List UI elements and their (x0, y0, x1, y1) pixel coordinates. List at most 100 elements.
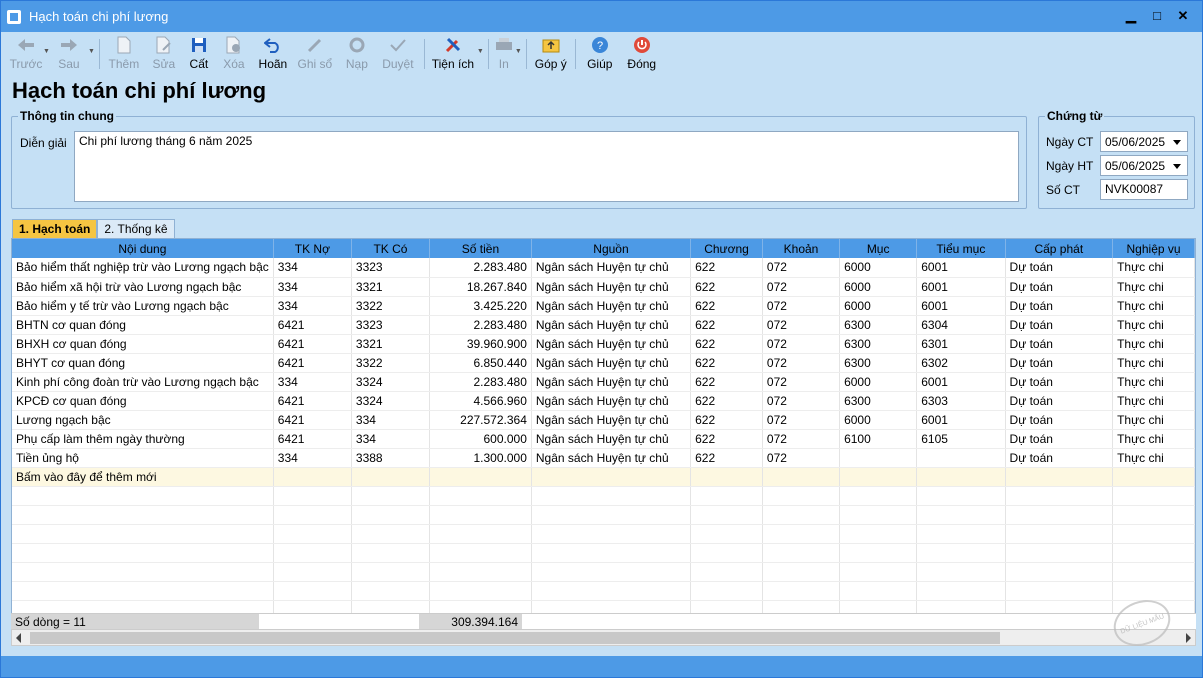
table-row[interactable]: Bảo hiểm xã hội trừ vào Lương ngạch bậc 3… (12, 277, 1195, 297)
table-cell[interactable]: Thực chi (1112, 258, 1195, 278)
table-cell[interactable]: 6000 (839, 258, 918, 278)
table-cell[interactable]: 227.572.364 (429, 410, 532, 430)
table-cell[interactable]: 3388 (351, 448, 431, 468)
table-cell[interactable]: Kinh phí công đoàn trừ vào Lương ngạch b… (12, 372, 274, 392)
table-cell[interactable]: 3321 (351, 334, 431, 354)
table-cell[interactable]: 6001 (916, 277, 1006, 297)
table-cell[interactable] (1005, 467, 1114, 487)
table-cell[interactable] (429, 467, 532, 487)
table-cell[interactable]: Thực chi (1112, 372, 1195, 392)
table-cell[interactable]: 072 (762, 258, 841, 278)
column-header[interactable]: TK Nợ (273, 239, 352, 258)
table-cell[interactable]: 622 (690, 372, 763, 392)
column-header[interactable]: Mục (839, 239, 918, 258)
table-cell[interactable]: 334 (351, 410, 431, 430)
table-cell[interactable]: 6000 (839, 410, 918, 430)
table-cell[interactable]: 622 (690, 429, 763, 449)
table-cell[interactable]: 3324 (351, 391, 431, 411)
table-cell[interactable]: 2.283.480 (429, 258, 532, 278)
table-cell[interactable]: 6421 (273, 429, 352, 449)
table-row[interactable]: KPCĐ cơ quan đóng 6421 3324 4.566.960 Ngân s… (12, 391, 1195, 411)
table-cell[interactable]: 3322 (351, 296, 431, 316)
prev-button[interactable]: Trước (9, 32, 43, 75)
table-cell[interactable]: 6000 (839, 277, 918, 297)
table-cell[interactable]: 6421 (273, 353, 352, 373)
table-row[interactable]: Tiền ủng hộ 334 3388 1.300.000 Ngân sách Huy… (12, 448, 1195, 468)
table-cell[interactable]: 3322 (351, 353, 431, 373)
table-cell[interactable]: 6300 (839, 315, 918, 335)
column-header[interactable]: Nghiệp vụ (1112, 239, 1195, 258)
table-cell[interactable]: KPCĐ cơ quan đóng (12, 391, 274, 411)
table-cell[interactable]: 622 (690, 410, 763, 430)
horizontal-scrollbar[interactable] (11, 629, 1196, 646)
column-header[interactable]: Số tiền (429, 239, 532, 258)
post-button[interactable]: Ghi sổ (292, 32, 338, 75)
table-cell[interactable]: Ngân sách Huyện tự chủ (531, 277, 692, 297)
table-cell[interactable]: 3323 (351, 315, 431, 335)
table-cell[interactable]: Dự toán (1005, 258, 1114, 278)
table-cell[interactable]: 072 (762, 296, 841, 316)
table-cell[interactable]: 6301 (916, 334, 1006, 354)
table-cell[interactable]: 622 (690, 277, 763, 297)
table-cell[interactable]: Thực chi (1112, 448, 1195, 468)
table-row[interactable]: Kinh phí công đoàn trừ vào Lương ngạch b… (12, 372, 1195, 392)
table-cell[interactable]: BHTN cơ quan đóng (12, 315, 274, 335)
table-cell[interactable]: BHXH cơ quan đóng (12, 334, 274, 354)
table-cell[interactable]: 072 (762, 410, 841, 430)
column-header[interactable]: Nguồn (531, 239, 692, 258)
table-cell[interactable]: 600.000 (429, 429, 532, 449)
table-cell[interactable]: 334 (273, 448, 352, 468)
chevron-down-icon[interactable] (1173, 140, 1181, 145)
table-cell[interactable]: 6000 (839, 296, 918, 316)
add-button[interactable]: Thêm (104, 32, 144, 75)
table-cell[interactable]: 622 (690, 391, 763, 411)
table-cell[interactable]: Ngân sách Huyện tự chủ (531, 372, 692, 392)
table-cell[interactable]: 334 (273, 372, 352, 392)
table-row[interactable]: Bảo hiểm thất nghiệp trừ vào Lương ngạch… (12, 258, 1195, 278)
feedback-button[interactable]: Góp ý (531, 32, 571, 75)
column-header[interactable]: Tiểu mục (916, 239, 1006, 258)
table-cell[interactable]: Bảo hiểm thất nghiệp trừ vào Lương ngạch… (12, 258, 274, 278)
add-new-row[interactable]: Bấm vào đây để thêm mới (12, 467, 1195, 487)
table-cell[interactable]: Thực chi (1112, 277, 1195, 297)
table-cell[interactable]: 1.300.000 (429, 448, 532, 468)
table-cell[interactable]: Dự toán (1005, 334, 1114, 354)
table-cell[interactable]: Dự toán (1005, 429, 1114, 449)
table-row[interactable]: BHXH cơ quan đóng 6421 3321 39.960.900 Ngân … (12, 334, 1195, 354)
table-cell[interactable]: 6001 (916, 410, 1006, 430)
table-cell[interactable]: 334 (273, 277, 352, 297)
utilities-dropdown-icon[interactable]: ▼ (477, 48, 484, 55)
table-cell[interactable]: 072 (762, 315, 841, 335)
next-dropdown-icon[interactable]: ▼ (88, 48, 95, 55)
table-cell[interactable]: Thực chi (1112, 353, 1195, 373)
table-cell[interactable] (762, 467, 841, 487)
table-cell[interactable]: 622 (690, 448, 763, 468)
table-cell[interactable]: 2.283.480 (429, 315, 532, 335)
table-cell[interactable] (690, 467, 763, 487)
column-header[interactable]: Chương (690, 239, 763, 258)
table-cell[interactable]: 6300 (839, 353, 918, 373)
table-cell[interactable] (351, 467, 431, 487)
table-cell[interactable]: Thực chi (1112, 296, 1195, 316)
edit-button[interactable]: Sửa (144, 32, 184, 75)
table-cell[interactable]: 334 (351, 429, 431, 449)
table-cell[interactable]: Ngân sách Huyện tự chủ (531, 296, 692, 316)
scroll-left-icon[interactable] (16, 633, 21, 643)
table-cell[interactable]: Ngân sách Huyện tự chủ (531, 315, 692, 335)
table-cell[interactable]: Thực chi (1112, 391, 1195, 411)
table-cell[interactable]: 622 (690, 334, 763, 354)
table-cell[interactable] (1112, 467, 1195, 487)
column-header[interactable]: Khoản (762, 239, 841, 258)
prev-dropdown-icon[interactable]: ▼ (43, 48, 50, 55)
column-header[interactable]: TK Có (351, 239, 431, 258)
save-button[interactable]: Cất (184, 32, 214, 75)
table-cell[interactable]: 6300 (839, 334, 918, 354)
table-cell[interactable]: 622 (690, 258, 763, 278)
close-button[interactable]: ✕ (1170, 7, 1196, 25)
voucher-no-field[interactable]: NVK00087 (1100, 179, 1188, 200)
table-cell[interactable] (273, 467, 352, 487)
table-cell[interactable]: 622 (690, 296, 763, 316)
table-cell[interactable]: 6300 (839, 391, 918, 411)
table-cell[interactable]: Dự toán (1005, 353, 1114, 373)
table-cell[interactable]: 2.283.480 (429, 372, 532, 392)
